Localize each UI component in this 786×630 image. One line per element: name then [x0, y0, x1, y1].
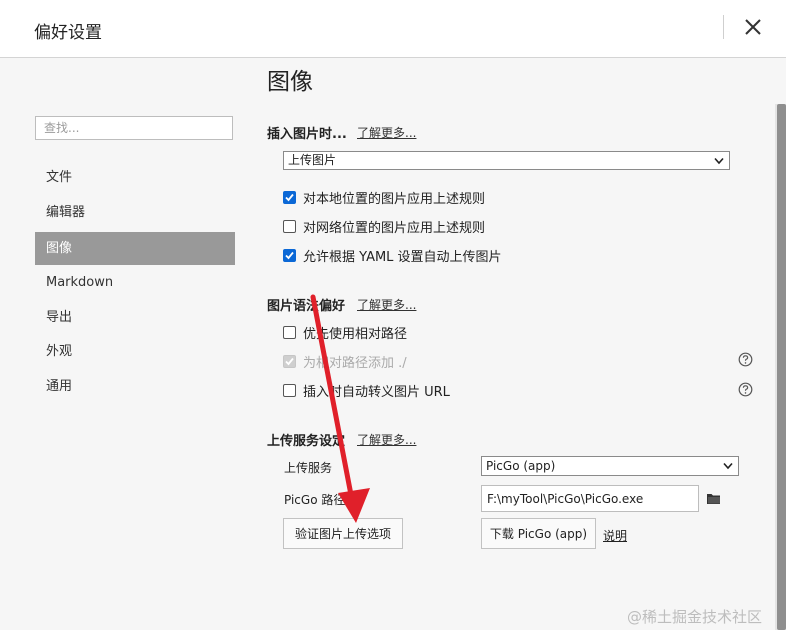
help-icon[interactable]: [738, 382, 753, 397]
download-picgo-label: 下载 PicGo (app): [489, 527, 588, 541]
title-bar: 偏好设置: [0, 0, 786, 58]
upload-service-value: PicGo (app): [486, 459, 556, 473]
verify-upload-button[interactable]: 验证图片上传选项: [283, 518, 403, 549]
syntax-section-title: 图片语法偏好: [267, 299, 346, 314]
option-label: 允许根据 YAML 设置自动上传图片: [303, 249, 502, 265]
syntax-learn-more-link[interactable]: 了解更多...: [357, 296, 416, 313]
sidebar-item-general[interactable]: 通用: [35, 370, 235, 403]
sidebar-item-editor[interactable]: 编辑器: [35, 196, 235, 229]
page-title: 图像: [267, 69, 313, 95]
close-icon: [745, 19, 761, 35]
upload-service-select[interactable]: PicGo (app): [481, 456, 739, 476]
insert-section-title: 插入图片时...: [267, 127, 347, 142]
sidebar-item-label: 导出: [46, 310, 73, 325]
explain-link[interactable]: 说明: [603, 527, 627, 544]
picgo-path-label: PicGo 路径: [284, 493, 346, 507]
sidebar-item-file[interactable]: 文件: [35, 161, 235, 194]
sidebar-item-appearance[interactable]: 外观: [35, 335, 235, 368]
insert-learn-more-link[interactable]: 了解更多...: [357, 124, 416, 141]
sidebar-item-label: 通用: [46, 379, 73, 394]
option-yaml-upload[interactable]: 允许根据 YAML 设置自动上传图片: [283, 245, 502, 265]
checkbox-unchecked[interactable]: [283, 325, 296, 339]
window-title: 偏好设置: [34, 23, 102, 43]
option-local-images[interactable]: 对本地位置的图片应用上述规则: [283, 187, 485, 207]
sidebar-item-label: 图像: [46, 241, 73, 256]
folder-icon[interactable]: [706, 492, 721, 505]
upload-section-title: 上传服务设定: [267, 434, 346, 449]
option-label: 优先使用相对路径: [303, 326, 408, 342]
checkbox-unchecked[interactable]: [283, 383, 296, 397]
sidebar-item-markdown[interactable]: Markdown: [35, 266, 235, 299]
option-label: 插入时自动转义图片 URL: [303, 384, 450, 400]
option-escape-url[interactable]: 插入时自动转义图片 URL: [283, 380, 450, 400]
watermark: @稀土掘金技术社区: [627, 608, 763, 626]
insert-action-value: 上传图片: [288, 153, 337, 167]
download-picgo-button[interactable]: 下载 PicGo (app): [481, 518, 596, 549]
scrollbar-thumb[interactable]: [777, 104, 786, 630]
sidebar-item-export[interactable]: 导出: [35, 301, 235, 334]
option-label: 对网络位置的图片应用上述规则: [303, 220, 486, 236]
checkbox-checked[interactable]: [283, 190, 296, 204]
verify-upload-label: 验证图片上传选项: [294, 527, 391, 541]
checkbox-disabled: [283, 354, 296, 368]
sidebar-item-label: 编辑器: [46, 205, 86, 220]
checkmark-icon: [285, 193, 294, 201]
sidebar-item-image[interactable]: 图像: [35, 232, 235, 265]
help-icon[interactable]: [738, 352, 753, 367]
picgo-path-value: F:\myTool\PicGo\PicGo.exe: [487, 491, 644, 506]
option-label: 为相对路径添加 ./: [303, 355, 407, 371]
title-divider: [723, 15, 724, 39]
option-network-images[interactable]: 对网络位置的图片应用上述规则: [283, 216, 485, 236]
close-button[interactable]: [738, 12, 768, 42]
sidebar-item-label: Markdown: [46, 275, 114, 290]
picgo-path-input[interactable]: F:\myTool\PicGo\PicGo.exe: [481, 485, 699, 512]
option-add-dot-slash: 为相对路径添加 ./: [283, 351, 407, 371]
sidebar-item-label: 外观: [46, 344, 73, 359]
chevron-down-icon: [723, 462, 733, 470]
option-label: 对本地位置的图片应用上述规则: [303, 191, 486, 207]
upload-service-label: 上传服务: [284, 461, 333, 475]
preferences-content: 文件 编辑器 图像 Markdown 导出 外观 通用 图像 插入图片时... …: [0, 58, 786, 630]
checkmark-icon: [285, 251, 294, 259]
checkbox-unchecked[interactable]: [283, 219, 296, 233]
upload-learn-more-link[interactable]: 了解更多...: [357, 431, 416, 448]
search-input[interactable]: [35, 116, 233, 140]
sidebar-item-label: 文件: [46, 170, 73, 185]
insert-action-select[interactable]: 上传图片: [283, 151, 730, 170]
checkbox-checked[interactable]: [283, 248, 296, 262]
chevron-down-icon: [714, 157, 724, 164]
checkmark-icon: [285, 357, 294, 365]
option-prefer-relative-path[interactable]: 优先使用相对路径: [283, 322, 407, 342]
